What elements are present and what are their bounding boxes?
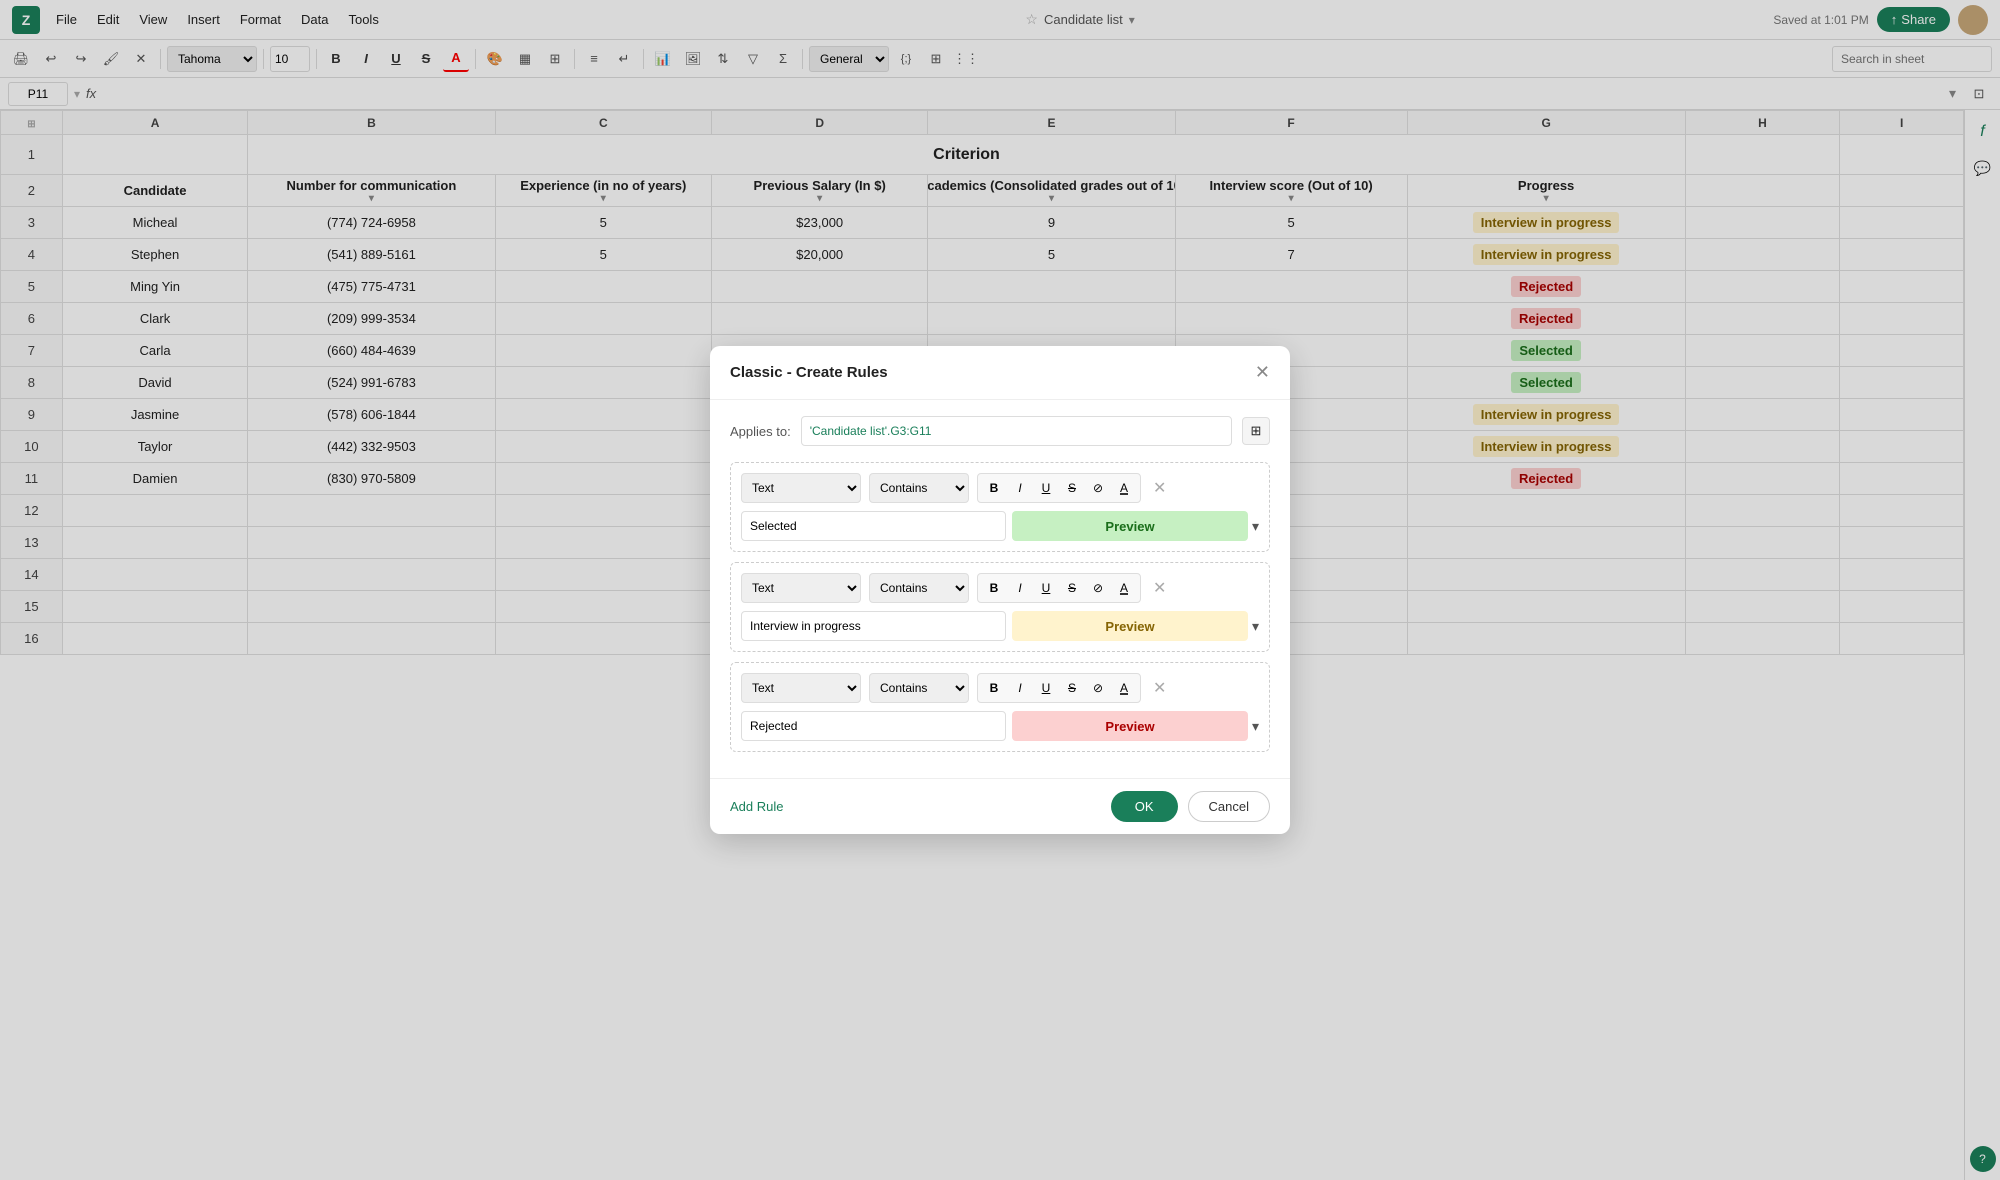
add-rule-link[interactable]: Add Rule xyxy=(730,799,783,814)
rule-1-type-select[interactable]: Text xyxy=(741,473,861,503)
rule-2-remove-btn[interactable]: ✕ xyxy=(1149,578,1170,598)
rule-3-font-color-btn[interactable]: A xyxy=(1112,676,1136,700)
rule-3-bold-btn[interactable]: B xyxy=(982,676,1006,700)
rule-2-type-select[interactable]: Text xyxy=(741,573,861,603)
create-rules-dialog: Classic - Create Rules ✕ Applies to: ⊞ T… xyxy=(710,346,1290,834)
rule-1-conditions: Text Contains B I U S ⊘ A ✕ xyxy=(741,473,1259,503)
rule-row-1: Text Contains B I U S ⊘ A ✕ xyxy=(730,462,1270,552)
rule-3-preview-box[interactable]: Preview xyxy=(1012,711,1248,741)
dialog-body: Applies to: ⊞ Text Contains B I U xyxy=(710,400,1290,778)
rule-3-conditions: Text Contains B I U S ⊘ A ✕ xyxy=(741,673,1259,703)
rule-1-bold-btn[interactable]: B xyxy=(982,476,1006,500)
rule-2-underline-btn[interactable]: U xyxy=(1034,576,1058,600)
rule-2-clear-btn[interactable]: ⊘ xyxy=(1086,576,1110,600)
rule-3-condition-select[interactable]: Contains xyxy=(869,673,969,703)
rule-1-underline-btn[interactable]: U xyxy=(1034,476,1058,500)
rule-2-font-color-btn[interactable]: A xyxy=(1112,576,1136,600)
rule-2-format-icons: B I U S ⊘ A xyxy=(977,573,1141,603)
rule-2-preview-row: Preview ▾ xyxy=(1012,611,1259,641)
dialog-footer: Add Rule OK Cancel xyxy=(710,778,1290,834)
rule-1-format-row: Preview ▾ xyxy=(741,511,1259,541)
rule-1-preview-box[interactable]: Preview xyxy=(1012,511,1248,541)
rule-2-format-row: Preview ▾ xyxy=(741,611,1259,641)
rule-1-clear-btn[interactable]: ⊘ xyxy=(1086,476,1110,500)
rule-2-italic-btn[interactable]: I xyxy=(1008,576,1032,600)
dialog-header: Classic - Create Rules ✕ xyxy=(710,346,1290,400)
cancel-button[interactable]: Cancel xyxy=(1188,791,1270,822)
dialog-overlay: Classic - Create Rules ✕ Applies to: ⊞ T… xyxy=(0,0,2000,1180)
rule-2-value-input[interactable] xyxy=(741,611,1006,641)
applies-to-input[interactable] xyxy=(801,416,1232,446)
rule-1-italic-btn[interactable]: I xyxy=(1008,476,1032,500)
rule-3-preview-chevron-icon[interactable]: ▾ xyxy=(1252,718,1259,735)
rule-3-type-select[interactable]: Text xyxy=(741,673,861,703)
rule-3-strike-btn[interactable]: S xyxy=(1060,676,1084,700)
dialog-title: Classic - Create Rules xyxy=(730,364,888,381)
ok-button[interactable]: OK xyxy=(1111,791,1178,822)
rule-3-remove-btn[interactable]: ✕ xyxy=(1149,678,1170,698)
applies-to-label: Applies to: xyxy=(730,424,791,439)
rule-1-format-icons: B I U S ⊘ A xyxy=(977,473,1141,503)
applies-to-icon[interactable]: ⊞ xyxy=(1242,417,1270,445)
rule-2-conditions: Text Contains B I U S ⊘ A ✕ xyxy=(741,573,1259,603)
rule-1-condition-select[interactable]: Contains xyxy=(869,473,969,503)
rule-row-3: Text Contains B I U S ⊘ A ✕ xyxy=(730,662,1270,752)
dialog-action-buttons: OK Cancel xyxy=(1111,791,1270,822)
rule-3-preview-row: Preview ▾ xyxy=(1012,711,1259,741)
rule-1-preview-row: Preview ▾ xyxy=(1012,511,1259,541)
rule-3-underline-btn[interactable]: U xyxy=(1034,676,1058,700)
rule-3-value-input[interactable] xyxy=(741,711,1006,741)
rule-3-format-row: Preview ▾ xyxy=(741,711,1259,741)
rule-1-font-color-btn[interactable]: A xyxy=(1112,476,1136,500)
rule-1-strike-btn[interactable]: S xyxy=(1060,476,1084,500)
rule-1-remove-btn[interactable]: ✕ xyxy=(1149,478,1170,498)
rule-3-format-icons: B I U S ⊘ A xyxy=(977,673,1141,703)
rule-row-2: Text Contains B I U S ⊘ A ✕ xyxy=(730,562,1270,652)
applies-to-row: Applies to: ⊞ xyxy=(730,416,1270,446)
rule-1-value-input[interactable] xyxy=(741,511,1006,541)
rule-2-preview-box[interactable]: Preview xyxy=(1012,611,1248,641)
rule-1-preview-chevron-icon[interactable]: ▾ xyxy=(1252,518,1259,535)
rule-2-strike-btn[interactable]: S xyxy=(1060,576,1084,600)
rule-2-bold-btn[interactable]: B xyxy=(982,576,1006,600)
rule-2-preview-chevron-icon[interactable]: ▾ xyxy=(1252,618,1259,635)
rule-2-condition-select[interactable]: Contains xyxy=(869,573,969,603)
rule-3-clear-btn[interactable]: ⊘ xyxy=(1086,676,1110,700)
rule-3-italic-btn[interactable]: I xyxy=(1008,676,1032,700)
dialog-close-button[interactable]: ✕ xyxy=(1255,362,1270,383)
